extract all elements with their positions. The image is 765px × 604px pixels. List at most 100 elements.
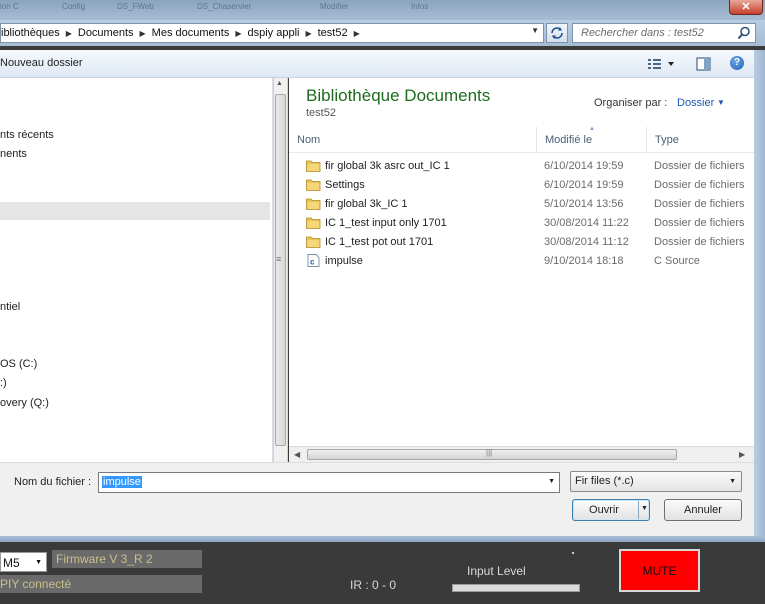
chevron-down-icon[interactable]: ▼ — [35, 559, 42, 566]
search-input[interactable]: Rechercher dans : test52 — [572, 23, 756, 43]
nav-item-documents[interactable]: nents — [0, 148, 27, 160]
firmware-display: Firmware V 3_R 2 — [52, 550, 202, 568]
toolbar: Nouveau dossier — [0, 50, 765, 78]
file-type: Dossier de fichiers — [654, 217, 745, 229]
folder-icon — [306, 236, 321, 248]
breadcrumb-item[interactable]: test52 ▶ — [318, 27, 366, 39]
breadcrumb[interactable]: ibliothèques ▶ Documents ▶ Mes documents ▶ … — [0, 23, 544, 43]
scrollbar-thumb[interactable]: ||| — [307, 448, 677, 460]
file-name-field[interactable]: impulse ▼ — [98, 472, 560, 493]
address-dropdown-icon[interactable]: ▼ — [531, 26, 539, 35]
column-header-type[interactable]: Type — [647, 127, 754, 153]
file-date: 30/08/2014 11:22 — [544, 217, 629, 229]
file-type: C Source — [654, 255, 700, 267]
chevron-right-icon: ▶ — [235, 28, 242, 38]
table-row[interactable]: IC 1_test pot out 1701 30/08/2014 11:12 … — [289, 233, 754, 252]
file-name: fir global 3k asrc out_IC 1 — [325, 160, 450, 172]
indicator-dot — [572, 552, 574, 554]
ir-readout: IR : 0 - 0 — [350, 578, 397, 592]
arrange-by-label: Organiser par : — [594, 97, 668, 109]
file-name: fir global 3k_IC 1 — [325, 198, 408, 210]
file-date: 5/10/2014 13:56 — [544, 198, 624, 210]
file-type-filter[interactable]: Fir files (*.c) ▼ — [570, 471, 742, 492]
open-button-label: Ouvrir — [589, 504, 619, 516]
firmware-text: Firmware V 3_R 2 — [56, 552, 153, 566]
preview-pane-icon[interactable] — [695, 56, 713, 72]
file-type: Dossier de fichiers — [654, 198, 745, 210]
nav-selection-highlight — [0, 202, 270, 220]
background-tab-label: DS_Chaservier — [197, 2, 252, 11]
chevron-right-icon: ▶ — [353, 28, 360, 38]
cancel-button[interactable]: Annuler — [664, 499, 742, 521]
search-placeholder: Rechercher dans : test52 — [581, 27, 704, 39]
library-subtitle: test52 — [306, 107, 336, 119]
mute-label: MUTE — [642, 564, 677, 578]
nav-item-drive-c[interactable]: OS (C:) — [0, 358, 37, 370]
svg-text:c: c — [310, 258, 315, 267]
scroll-grip-icon: ≡ — [276, 254, 282, 264]
nav-item-drive-q[interactable]: overy (Q:) — [0, 397, 49, 409]
refresh-button[interactable] — [546, 23, 568, 43]
connection-status: PIY connecté — [0, 575, 202, 593]
input-level-meter — [452, 584, 580, 592]
breadcrumb-item[interactable]: dspiy appli ▶ — [247, 27, 317, 39]
nav-item-recent[interactable]: nts récents — [0, 129, 54, 141]
view-options-icon[interactable] — [646, 56, 676, 72]
file-name-label: Nom du fichier : — [14, 476, 92, 488]
breadcrumb-item[interactable]: Documents ▶ — [78, 27, 152, 39]
search-icon[interactable] — [737, 26, 751, 40]
help-icon[interactable]: ? — [730, 56, 744, 70]
folder-icon — [306, 198, 321, 210]
file-date: 6/10/2014 19:59 — [544, 179, 624, 191]
breadcrumb-item[interactable]: ibliothèques ▶ — [1, 27, 78, 39]
scrollbar-thumb[interactable] — [275, 94, 286, 446]
input-level-label: Input Level — [467, 564, 526, 578]
arrange-by-dropdown[interactable]: Dossier — [677, 97, 714, 109]
c-source-file-icon: c — [307, 254, 320, 267]
table-row[interactable]: c impulse 9/10/2014 18:18 C Source — [289, 252, 754, 271]
chevron-down-icon[interactable]: ▼ — [717, 98, 725, 107]
file-date: 6/10/2014 19:59 — [544, 160, 624, 172]
file-name: Settings — [325, 179, 365, 191]
background-tab-label: Config — [62, 2, 86, 11]
folder-icon — [306, 217, 321, 229]
table-row[interactable]: Settings 6/10/2014 19:59 Dossier de fich… — [289, 176, 754, 195]
table-row[interactable]: fir global 3k asrc out_IC 1 6/10/2014 19… — [289, 157, 754, 176]
file-name: IC 1_test input only 1701 — [325, 217, 447, 229]
scroll-left-icon[interactable]: ◀ — [294, 450, 300, 459]
close-button[interactable]: ✕ — [729, 0, 763, 15]
folder-icon — [306, 179, 321, 191]
table-row[interactable]: IC 1_test input only 1701 30/08/2014 11:… — [289, 214, 754, 233]
file-name-value[interactable]: impulse — [102, 476, 142, 488]
window-frame — [754, 50, 765, 536]
open-button-divider — [638, 501, 639, 519]
new-folder-button[interactable]: Nouveau dossier — [0, 57, 83, 69]
file-name-panel: Nom du fichier : impulse ▼ Fir files (*.… — [0, 462, 754, 536]
file-date: 9/10/2014 18:18 — [544, 255, 624, 267]
background-app-panel: M5 ▼ Firmware V 3_R 2 PIY connecté IR : … — [0, 542, 765, 604]
chevron-right-icon: ▶ — [65, 28, 72, 38]
chevron-down-icon[interactable]: ▼ — [548, 478, 555, 485]
file-type: Dossier de fichiers — [654, 179, 745, 191]
port-select[interactable]: M5 ▼ — [0, 552, 47, 572]
open-options-icon[interactable]: ▼ — [641, 505, 648, 512]
table-row[interactable]: fir global 3k_IC 1 5/10/2014 13:56 Dossi… — [289, 195, 754, 214]
file-date: 30/08/2014 11:12 — [544, 236, 629, 248]
horizontal-scrollbar[interactable]: ◀ ||| ▶ — [289, 446, 754, 462]
breadcrumb-item[interactable]: Mes documents ▶ — [152, 27, 248, 39]
column-header-name[interactable]: Nom — [289, 127, 537, 153]
file-name: IC 1_test pot out 1701 — [325, 236, 434, 248]
scroll-up-icon[interactable]: ▲ — [276, 80, 283, 87]
sort-indicator-icon: ▲ — [589, 126, 595, 132]
file-type-filter-value: Fir files (*.c) — [575, 475, 634, 487]
file-list-pane: Bibliothèque Documents test52 Organiser … — [289, 78, 754, 462]
nav-item-drive[interactable]: :) — [0, 377, 7, 389]
mute-button[interactable]: MUTE — [619, 549, 700, 592]
address-row: ibliothèques ▶ Documents ▶ Mes documents ▶ … — [0, 20, 765, 46]
file-type: Dossier de fichiers — [654, 160, 745, 172]
port-value: M5 — [3, 556, 20, 570]
nav-item-personal[interactable]: ntiel — [0, 301, 20, 313]
chevron-down-icon[interactable]: ▼ — [729, 478, 736, 485]
navigation-scrollbar[interactable]: ▲ ≡ — [273, 78, 288, 462]
scroll-right-icon[interactable]: ▶ — [739, 450, 745, 459]
